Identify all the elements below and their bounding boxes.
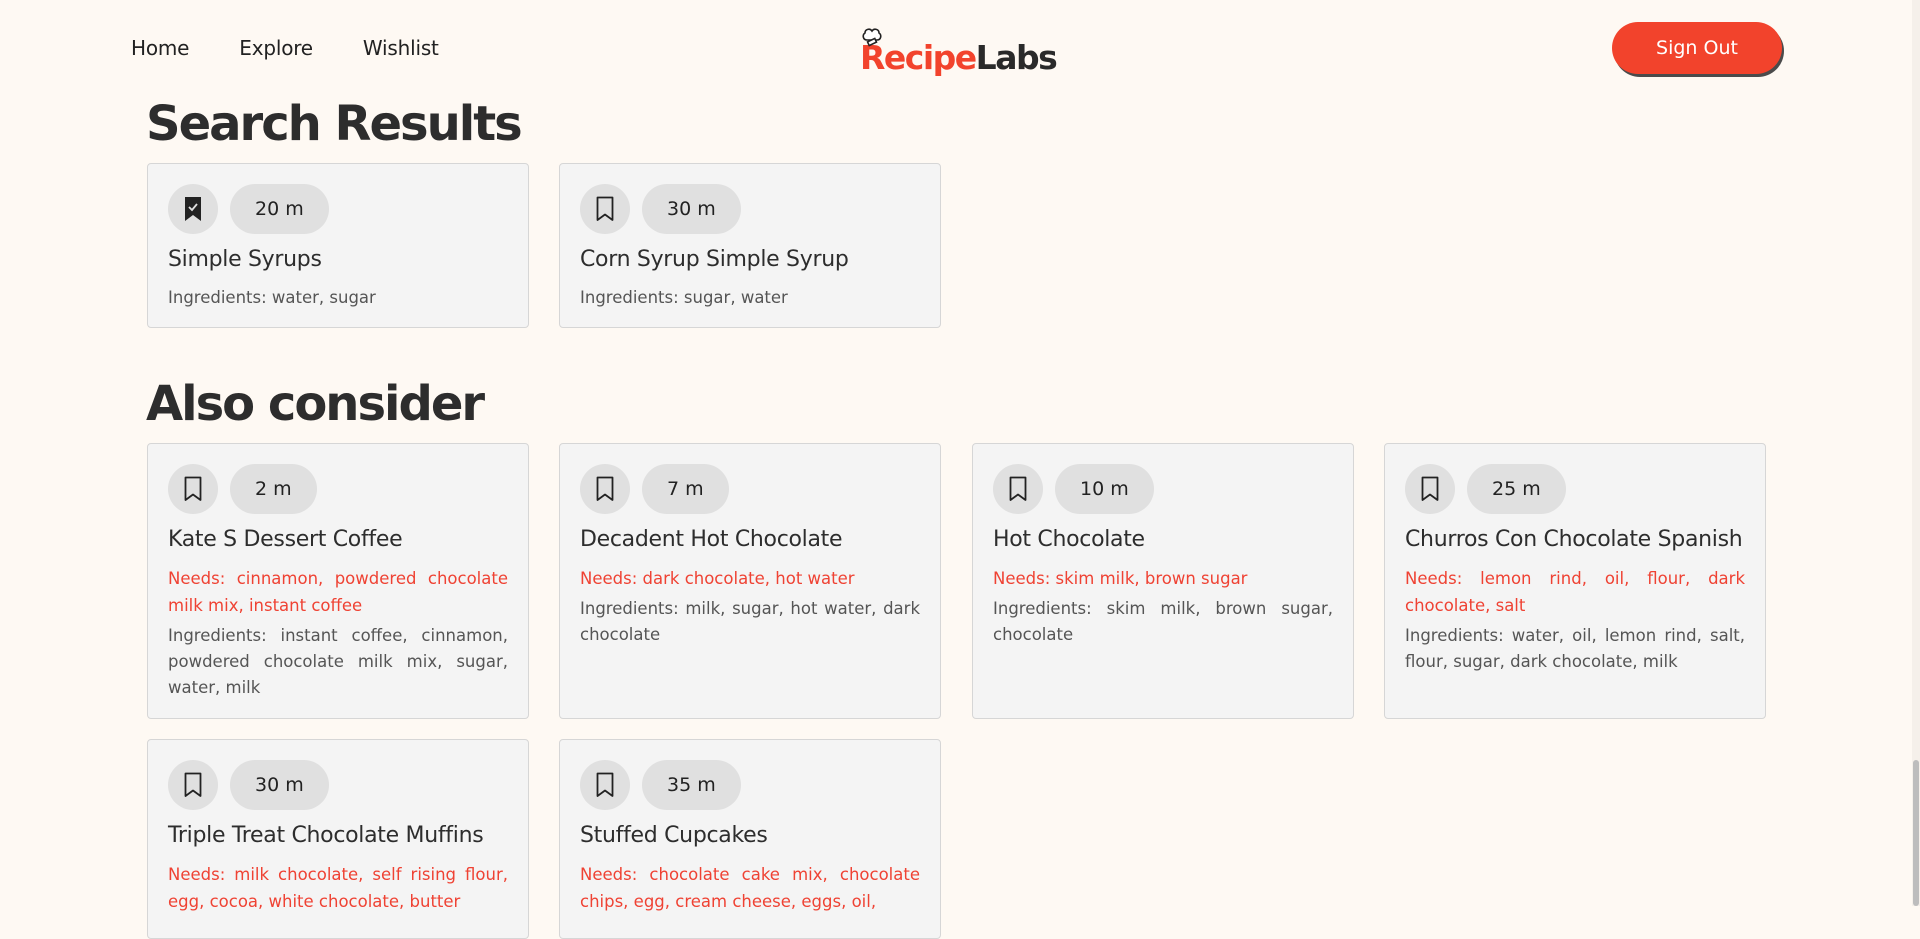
cook-time-pill: 10 m <box>1055 464 1154 514</box>
bookmark-icon <box>184 772 202 797</box>
recipe-card[interactable]: 30 m Corn Syrup Simple Syrup Ingredients… <box>559 163 941 328</box>
cook-time-pill: 35 m <box>642 760 741 810</box>
search-results-heading: Search Results <box>146 96 523 152</box>
recipe-title[interactable]: Decadent Hot Chocolate <box>580 526 920 553</box>
cook-time-pill: 2 m <box>230 464 317 514</box>
recipe-needs: Needs: milk chocolate, self rising flour… <box>168 865 508 911</box>
nav-explore-link[interactable]: Explore <box>239 36 313 60</box>
cook-time-pill: 20 m <box>230 184 329 234</box>
bookmark-button[interactable] <box>168 760 218 810</box>
bookmark-button[interactable] <box>1405 464 1455 514</box>
recipe-ingredients: Ingredients: instant coffee, cinnamon, p… <box>168 626 508 697</box>
bookmark-button[interactable] <box>168 464 218 514</box>
recipe-card[interactable]: 25 m Churros Con Chocolate Spanish Needs… <box>1384 443 1766 719</box>
bookmark-icon <box>1009 476 1027 501</box>
recipe-ingredients: Ingredients: skim milk, brown sugar, cho… <box>993 599 1333 644</box>
cook-time-pill: 30 m <box>642 184 741 234</box>
bookmark-checked-icon <box>185 197 201 221</box>
recipe-ingredients: Ingredients: milk, sugar, hot water, dar… <box>580 599 920 644</box>
recipe-title[interactable]: Simple Syrups <box>168 246 508 273</box>
recipe-title[interactable]: Stuffed Cupcakes <box>580 822 920 849</box>
recipe-title[interactable]: Triple Treat Chocolate Muffins <box>168 822 508 849</box>
recipe-ingredients: Ingredients: water, oil, lemon rind, sal… <box>1405 626 1745 671</box>
bookmark-icon <box>596 476 614 501</box>
cook-time-pill: 30 m <box>230 760 329 810</box>
recipe-needs: Needs: dark chocolate, hot water <box>580 569 855 588</box>
recipe-needs: Needs: lemon rind, oil, flour, dark choc… <box>1405 569 1745 615</box>
top-nav: Home Explore Wishlist RecipeLabs Sign Ou… <box>0 0 1920 96</box>
recipe-needs: Needs: skim milk, brown sugar <box>993 569 1248 588</box>
bookmark-button[interactable] <box>580 760 630 810</box>
nav-wishlist-link[interactable]: Wishlist <box>363 36 439 60</box>
recipe-card[interactable]: 7 m Decadent Hot Chocolate Needs: dark c… <box>559 443 941 719</box>
recipe-title[interactable]: Corn Syrup Simple Syrup <box>580 246 920 273</box>
nav-links: Home Explore Wishlist <box>131 36 489 60</box>
cook-time-pill: 25 m <box>1467 464 1566 514</box>
recipe-title[interactable]: Hot Chocolate <box>993 526 1333 553</box>
recipe-title[interactable]: Churros Con Chocolate Spanish <box>1405 526 1745 553</box>
nav-home-link[interactable]: Home <box>131 36 189 60</box>
scrollbar-thumb[interactable] <box>1913 760 1919 906</box>
recipe-card[interactable]: 2 m Kate S Dessert Coffee Needs: cinnamo… <box>147 443 529 719</box>
bookmark-icon <box>184 476 202 501</box>
bookmark-button[interactable] <box>580 464 630 514</box>
recipe-needs: Needs: cinnamon, powdered chocolate milk… <box>168 569 508 615</box>
recipe-needs: Needs: chocolate cake mix, chocolate chi… <box>580 865 920 911</box>
bookmark-icon <box>1421 476 1439 501</box>
recipe-card[interactable]: 35 m Stuffed Cupcakes Needs: chocolate c… <box>559 739 941 939</box>
recipe-title[interactable]: Kate S Dessert Coffee <box>168 526 508 553</box>
chef-hat-icon <box>862 28 882 47</box>
logo-labs-text: Labs <box>975 38 1058 77</box>
recipe-ingredients: Ingredients: water, sugar <box>168 288 376 307</box>
bookmark-button[interactable] <box>993 464 1043 514</box>
also-consider-heading: Also consider <box>146 376 485 432</box>
recipe-card[interactable]: 20 m Simple Syrups Ingredients: water, s… <box>147 163 529 328</box>
bookmark-button[interactable] <box>168 184 218 234</box>
cook-time-pill: 7 m <box>642 464 729 514</box>
bookmark-icon <box>596 196 614 221</box>
recipe-card[interactable]: 10 m Hot Chocolate Needs: skim milk, bro… <box>972 443 1354 719</box>
recipe-card[interactable]: 30 m Triple Treat Chocolate Muffins Need… <box>147 739 529 939</box>
recipelabs-logo[interactable]: RecipeLabs <box>860 26 1058 77</box>
sign-out-button[interactable]: Sign Out <box>1612 22 1782 74</box>
bookmark-button[interactable] <box>580 184 630 234</box>
recipe-ingredients: Ingredients: sugar, water <box>580 288 788 307</box>
bookmark-icon <box>596 772 614 797</box>
